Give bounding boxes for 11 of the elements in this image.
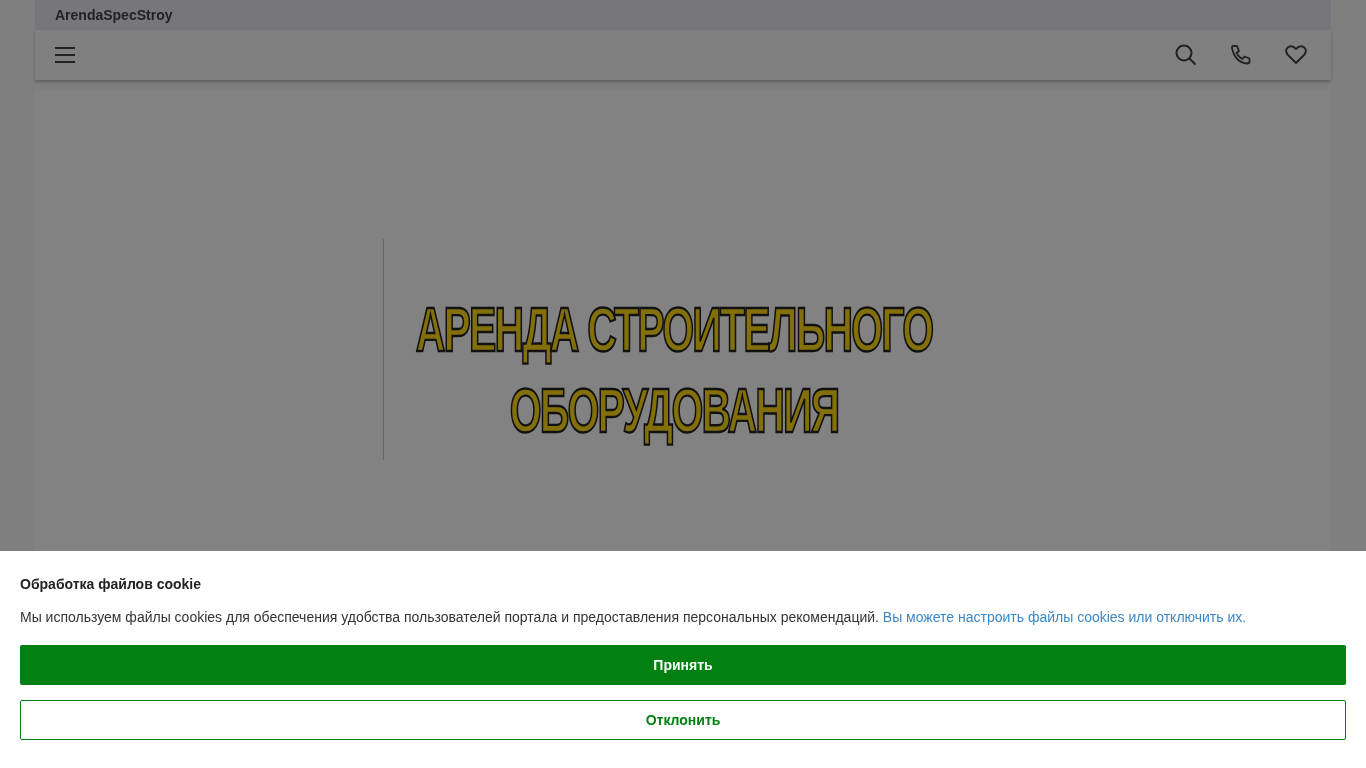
cookie-settings-link[interactable]: Вы можете настроить файлы cookies или отключить их. — [882, 609, 1247, 625]
cookie-text: Мы используем файлы cookies для обеспечения удобства пользователей портала и предоставления персональных рекомендаций. Вы можете настроить файлы cookies или отключить их. — [20, 609, 1248, 625]
decline-button[interactable]: Отклонить — [20, 700, 1346, 740]
accept-button[interactable]: Принять — [20, 645, 1346, 685]
banner-heading: АРЕНДА СТРОИТЕЛЬНОГО ОБОРУДОВАНИЯ — [414, 292, 934, 448]
phone-icon[interactable] — [1230, 44, 1252, 66]
heart-icon[interactable] — [1285, 45, 1307, 65]
search-icon[interactable] — [1175, 44, 1197, 66]
site-name[interactable]: ArendaSpecStroy — [55, 7, 173, 23]
cookie-title: Обработка файлов cookie — [20, 576, 202, 592]
menu-icon[interactable] — [55, 47, 75, 63]
